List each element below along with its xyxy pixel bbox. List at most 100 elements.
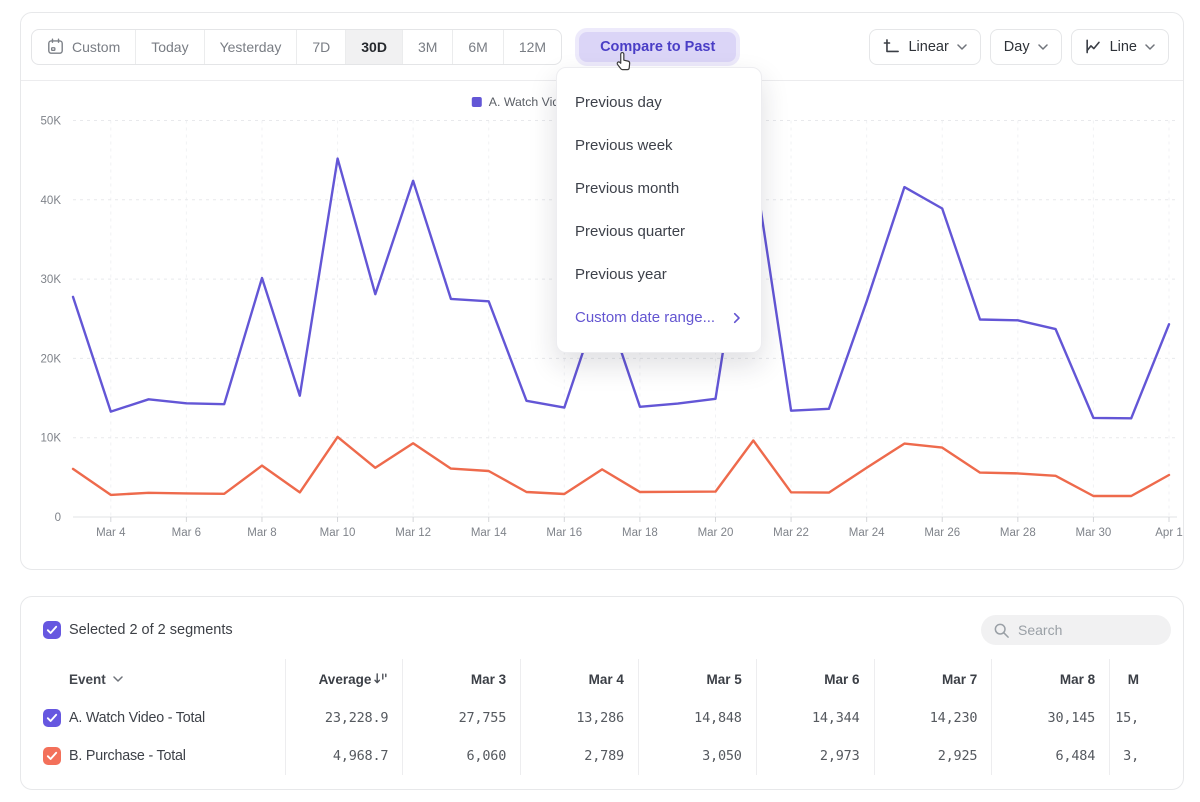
toolbar-right-group: Linear Day Line [869, 29, 1169, 65]
checkmark-icon [46, 625, 58, 635]
interval-dropdown-button[interactable]: Day [990, 29, 1062, 65]
average-header-label: Average [319, 672, 372, 687]
menu-item-previous-quarter[interactable]: Previous quarter [557, 210, 761, 253]
chevron-down-icon [957, 44, 967, 50]
table-cell: 2,973 [757, 737, 874, 775]
svg-text:50K: 50K [41, 116, 62, 128]
svg-text:Apr 1: Apr 1 [1155, 527, 1183, 539]
sort-descending-icon [374, 673, 388, 685]
table-cell: 6,484 [992, 737, 1109, 775]
legend-swatch [472, 97, 482, 107]
average-value: 4,968.7 [286, 737, 403, 775]
svg-text:Mar 14: Mar 14 [471, 527, 507, 539]
clipped-date-column: M15,3, [1109, 659, 1183, 775]
search-input[interactable] [1018, 622, 1148, 638]
chart-type-dropdown-button[interactable]: Line [1071, 29, 1169, 65]
date-column-mar-8: Mar 830,1456,484 [991, 659, 1109, 775]
chevron-down-icon [113, 676, 123, 682]
range-3m[interactable]: 3M [403, 30, 453, 64]
svg-text:Mar 4: Mar 4 [96, 527, 126, 539]
svg-text:Mar 26: Mar 26 [924, 527, 960, 539]
chevron-down-icon [1145, 44, 1155, 50]
table-cell: 2,925 [875, 737, 992, 775]
range-label: Custom [72, 39, 120, 55]
event-header-label: Event [69, 672, 106, 687]
event-column-header[interactable]: Event [21, 659, 285, 699]
menu-item-label: Previous week [575, 137, 673, 154]
scale-dropdown-button[interactable]: Linear [869, 29, 980, 65]
scale-label: Linear [908, 39, 948, 55]
range-label: Today [151, 39, 188, 55]
chart-type-label: Line [1110, 39, 1137, 55]
range-custom[interactable]: Custom [32, 30, 136, 64]
segments-table-card: Selected 2 of 2 segments EventA. Watch V… [20, 596, 1184, 790]
svg-text:40K: 40K [41, 195, 62, 207]
range-label: 12M [519, 39, 546, 55]
select-all-checkbox[interactable] [43, 621, 61, 639]
line-chart-icon [1085, 38, 1102, 55]
clipped-table-cell: 15, [1110, 699, 1183, 737]
range-7d[interactable]: 7D [297, 30, 346, 64]
calendar-icon [47, 38, 64, 55]
search-box[interactable] [981, 615, 1171, 645]
range-today[interactable]: Today [136, 30, 204, 64]
range-label: 7D [312, 39, 330, 55]
column-header-mar-7[interactable]: Mar 7 [875, 659, 992, 699]
clipped-column-header: M [1110, 659, 1183, 699]
column-header-mar-8[interactable]: Mar 8 [992, 659, 1109, 699]
svg-text:10K: 10K [41, 433, 62, 445]
segment-label: B. Purchase - Total [69, 748, 186, 764]
clipped-table-cell: 3, [1110, 737, 1183, 775]
average-column-header[interactable]: Average [286, 659, 403, 699]
table-cell: 2,789 [521, 737, 638, 775]
menu-item-custom-date-range[interactable]: Custom date range... [557, 296, 761, 339]
menu-item-previous-month[interactable]: Previous month [557, 167, 761, 210]
svg-text:20K: 20K [41, 353, 62, 365]
segment-row-label: B. Purchase - Total [21, 737, 285, 775]
table-cell: 14,344 [757, 699, 874, 737]
range-30d[interactable]: 30D [346, 30, 403, 64]
table-header-bar: Selected 2 of 2 segments [21, 597, 1183, 659]
date-column-mar-6: Mar 614,3442,973 [756, 659, 874, 775]
table-cell: 14,848 [639, 699, 756, 737]
menu-item-label: Previous year [575, 266, 667, 283]
segments-table: EventA. Watch Video - TotalB. Purchase -… [21, 659, 1183, 775]
range-yesterday[interactable]: Yesterday [205, 30, 298, 64]
menu-item-previous-week[interactable]: Previous week [557, 124, 761, 167]
svg-text:Mar 28: Mar 28 [1000, 527, 1036, 539]
column-header-mar-6[interactable]: Mar 6 [757, 659, 874, 699]
range-12m[interactable]: 12M [504, 30, 561, 64]
search-icon [993, 622, 1010, 639]
compare-to-past-button[interactable]: Compare to Past [579, 32, 736, 62]
range-label: Yesterday [220, 39, 282, 55]
range-label: 6M [468, 39, 487, 55]
segment-checkbox-b-purchase-total[interactable] [43, 747, 61, 765]
svg-text:Mar 20: Mar 20 [698, 527, 734, 539]
svg-text:Mar 8: Mar 8 [247, 527, 276, 539]
menu-item-label: Previous quarter [575, 223, 685, 240]
event-column: EventA. Watch Video - TotalB. Purchase -… [21, 659, 285, 775]
column-header-mar-4[interactable]: Mar 4 [521, 659, 638, 699]
average-value: 23,228.9 [286, 699, 403, 737]
series-line-b-purchase-total [73, 437, 1169, 496]
svg-text:Mar 6: Mar 6 [172, 527, 201, 539]
svg-text:Mar 24: Mar 24 [849, 527, 885, 539]
range-6m[interactable]: 6M [453, 30, 503, 64]
interval-label: Day [1004, 39, 1030, 55]
compare-to-past-menu: Previous day Previous week Previous month P… [556, 67, 762, 353]
date-range-selector: Custom Today Yesterday 7D 30D 3M 6M 12M [31, 29, 562, 65]
chevron-right-icon [733, 312, 743, 324]
menu-item-previous-day[interactable]: Previous day [557, 81, 761, 124]
date-column-mar-4: Mar 413,2862,789 [520, 659, 638, 775]
svg-text:0: 0 [55, 512, 61, 524]
svg-text:Mar 18: Mar 18 [622, 527, 658, 539]
table-cell: 6,060 [403, 737, 520, 775]
chevron-down-icon [1038, 44, 1048, 50]
range-label: 30D [361, 39, 387, 55]
segment-checkbox-a-watch-video-total[interactable] [43, 709, 61, 727]
column-header-mar-3[interactable]: Mar 3 [403, 659, 520, 699]
menu-item-label: Custom date range... [575, 309, 715, 326]
menu-item-previous-year[interactable]: Previous year [557, 253, 761, 296]
column-header-mar-5[interactable]: Mar 5 [639, 659, 756, 699]
date-column-mar-3: Mar 327,7556,060 [402, 659, 520, 775]
